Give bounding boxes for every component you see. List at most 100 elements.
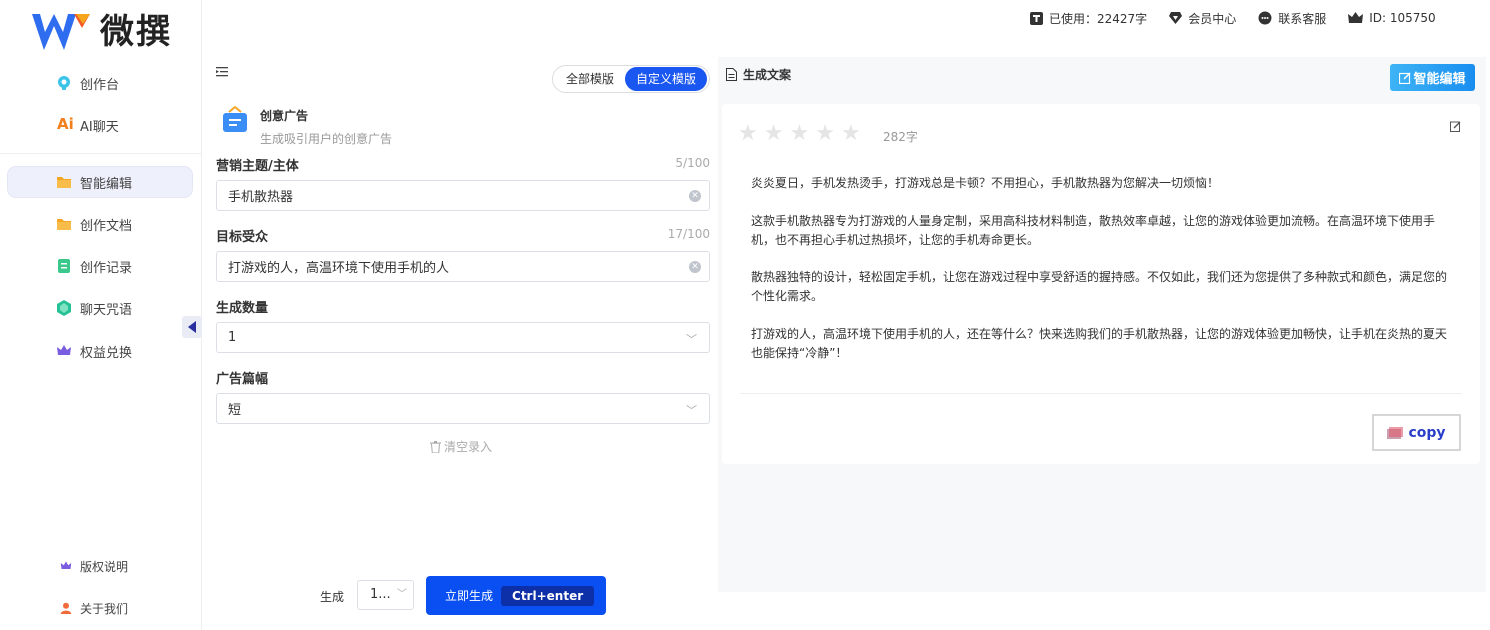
user-id: ID: 105750	[1348, 11, 1436, 25]
sidebar-item-label: 智能编辑	[80, 176, 133, 192]
vip-center-link[interactable]: 会员中心	[1169, 10, 1236, 27]
crown-icon	[57, 345, 71, 355]
sidebar-item-documents[interactable]: 创作文档	[8, 209, 192, 239]
sidebar-item-label: 聊天咒语	[80, 302, 133, 318]
usage-text: 已使用：22427字	[1049, 11, 1148, 26]
generate-count-select[interactable]: 1... ﹀	[357, 580, 414, 610]
sidebar-item-label: 权益兑换	[80, 345, 133, 361]
chevron-down-icon: ﹀	[397, 589, 407, 600]
template-header: 创意广告 生成吸引用户的创意广告	[220, 104, 392, 147]
document-icon	[726, 68, 737, 81]
edit-icon	[1399, 71, 1412, 84]
quantity-select[interactable]: 1 ﹀	[216, 322, 710, 353]
sidebar-item-workbench[interactable]: 创作台	[8, 68, 192, 98]
sidebar-item-copyright[interactable]: 版权说明	[8, 551, 192, 581]
result-paragraph: 散热器独特的设计，轻松固定手机，让您在游戏过程中享受舒适的握持感。不仅如此，我们…	[751, 270, 1448, 303]
folder-icon	[57, 219, 71, 230]
crown-icon	[1348, 12, 1364, 23]
chevron-down-icon: ﹀	[686, 404, 697, 417]
vip-center-label: 会员中心	[1188, 11, 1237, 26]
diamond-icon	[1169, 12, 1183, 24]
sidebar-item-about[interactable]: 关于我们	[8, 593, 192, 623]
lightbulb-icon	[58, 76, 70, 90]
sidebar-item-ai-chat[interactable]: Ai AI聊天	[8, 110, 192, 140]
support-link[interactable]: 联系客服	[1258, 10, 1326, 27]
star-icon[interactable]: ★	[789, 122, 809, 146]
result-paragraph: 这款手机散热器专为打游戏的人量身定制，采用高科技材料制造，散热效率卓越，让您的游…	[751, 214, 1436, 247]
sidebar-item-label: 版权说明	[80, 559, 129, 574]
sidebar-item-records[interactable]: 创作记录	[8, 251, 192, 281]
sidebar-item-benefits[interactable]: 权益兑换	[8, 336, 192, 366]
user-id-text: ID: 105750	[1369, 11, 1436, 25]
generate-button[interactable]: 立即生成 Ctrl+enter	[426, 576, 606, 615]
length-value: 短	[228, 403, 242, 418]
copy-button[interactable]: copy	[1372, 414, 1461, 451]
star-icon[interactable]: ★	[738, 122, 758, 146]
star-icon[interactable]: ★	[764, 122, 784, 146]
star-icon[interactable]: ★	[815, 122, 835, 146]
template-switch: 全部模版 自定义模版	[552, 65, 710, 93]
copy-icon	[1387, 426, 1404, 439]
user-icon	[60, 602, 72, 614]
tab-custom-templates[interactable]: 自定义模版	[625, 67, 707, 91]
sidebar-divider	[0, 153, 202, 154]
app-root: 微撰 创作台 Ai AI聊天 智能编辑 创作文档 创作记录 聊天咒语 权益兑换 …	[0, 0, 1490, 630]
logo-icon	[32, 14, 90, 50]
template-subtitle: 生成吸引用户的创意广告	[260, 132, 393, 146]
card-divider	[740, 393, 1462, 394]
sidebar-collapse-button[interactable]	[182, 316, 202, 338]
template-title: 创意广告	[260, 109, 309, 123]
sidebar-item-label: 关于我们	[80, 601, 129, 616]
edit-icon[interactable]	[1450, 121, 1461, 132]
star-icon[interactable]: ★	[841, 122, 861, 146]
topic-input[interactable]: 手机散热器 ✕	[216, 180, 710, 211]
trash-icon	[430, 440, 441, 453]
audience-input[interactable]: 打游戏的人，高温环境下使用手机的人 ✕	[216, 251, 710, 282]
menu-fold-icon[interactable]	[216, 66, 228, 78]
generate-count-label: 生成	[320, 590, 345, 604]
sidebar-item-label: AI聊天	[80, 119, 119, 135]
quantity-value: 1	[228, 330, 237, 345]
length-select[interactable]: 短 ﹀	[216, 393, 710, 424]
shortcut-badge: Ctrl+enter	[501, 585, 595, 606]
audience-value: 打游戏的人，高温环境下使用手机的人	[228, 261, 450, 276]
topic-count: 5/100	[675, 156, 710, 170]
sidebar-item-label: 创作文档	[80, 218, 133, 234]
ad-template-icon	[223, 105, 247, 132]
brand-name: 微撰	[100, 12, 172, 52]
smart-edit-button[interactable]: 智能编辑	[1390, 64, 1475, 91]
result-title: 生成文案	[726, 66, 791, 83]
sidebar-item-smart-edit[interactable]: 智能编辑	[8, 167, 192, 197]
text-usage-icon	[1030, 11, 1043, 25]
generate-button-label: 立即生成	[445, 589, 494, 603]
clear-input-label: 清空录入	[444, 440, 493, 454]
tab-all-templates[interactable]: 全部模版	[555, 67, 625, 91]
topic-label: 营销主题/主体	[216, 159, 299, 174]
result-paragraph: 打游戏的人，高温环境下使用手机的人，还在等什么？快来选购我们的手机散热器，让您的…	[751, 327, 1448, 360]
gem-icon	[57, 300, 71, 316]
word-count: 282字	[883, 130, 918, 144]
record-icon	[58, 259, 70, 273]
copy-label: copy	[1408, 424, 1446, 441]
usage-indicator: 已使用：22427字	[1030, 10, 1147, 27]
caret-left-icon	[188, 321, 196, 333]
support-label: 联系客服	[1278, 11, 1327, 26]
sidebar: 微撰 创作台 Ai AI聊天 智能编辑 创作文档 创作记录 聊天咒语 权益兑换 …	[0, 0, 202, 630]
audience-count: 17/100	[667, 227, 710, 241]
folder-icon	[57, 177, 71, 188]
audience-label: 目标受众	[216, 230, 269, 245]
brand-logo[interactable]: 微撰	[30, 10, 172, 54]
generate-count-value: 1...	[370, 587, 391, 602]
clear-icon[interactable]: ✕	[689, 261, 701, 273]
sidebar-item-spells[interactable]: 聊天咒语	[8, 293, 192, 323]
top-bar: 已使用：22427字 会员中心 联系客服 ID: 105750	[1030, 8, 1436, 28]
clear-input-button[interactable]: 清空录入	[430, 438, 492, 455]
crown-icon	[60, 561, 72, 569]
smart-edit-label: 智能编辑	[1413, 72, 1466, 87]
topic-value: 手机散热器	[228, 190, 294, 205]
ai-icon: Ai	[57, 115, 74, 133]
chat-icon	[1258, 11, 1272, 25]
sidebar-item-label: 创作台	[80, 77, 120, 93]
result-paragraph: 炎炎夏日，手机发热烫手，打游戏总是卡顿？不用担心，手机散热器为您解决一切烦恼！	[751, 176, 1220, 190]
clear-icon[interactable]: ✕	[689, 190, 701, 202]
